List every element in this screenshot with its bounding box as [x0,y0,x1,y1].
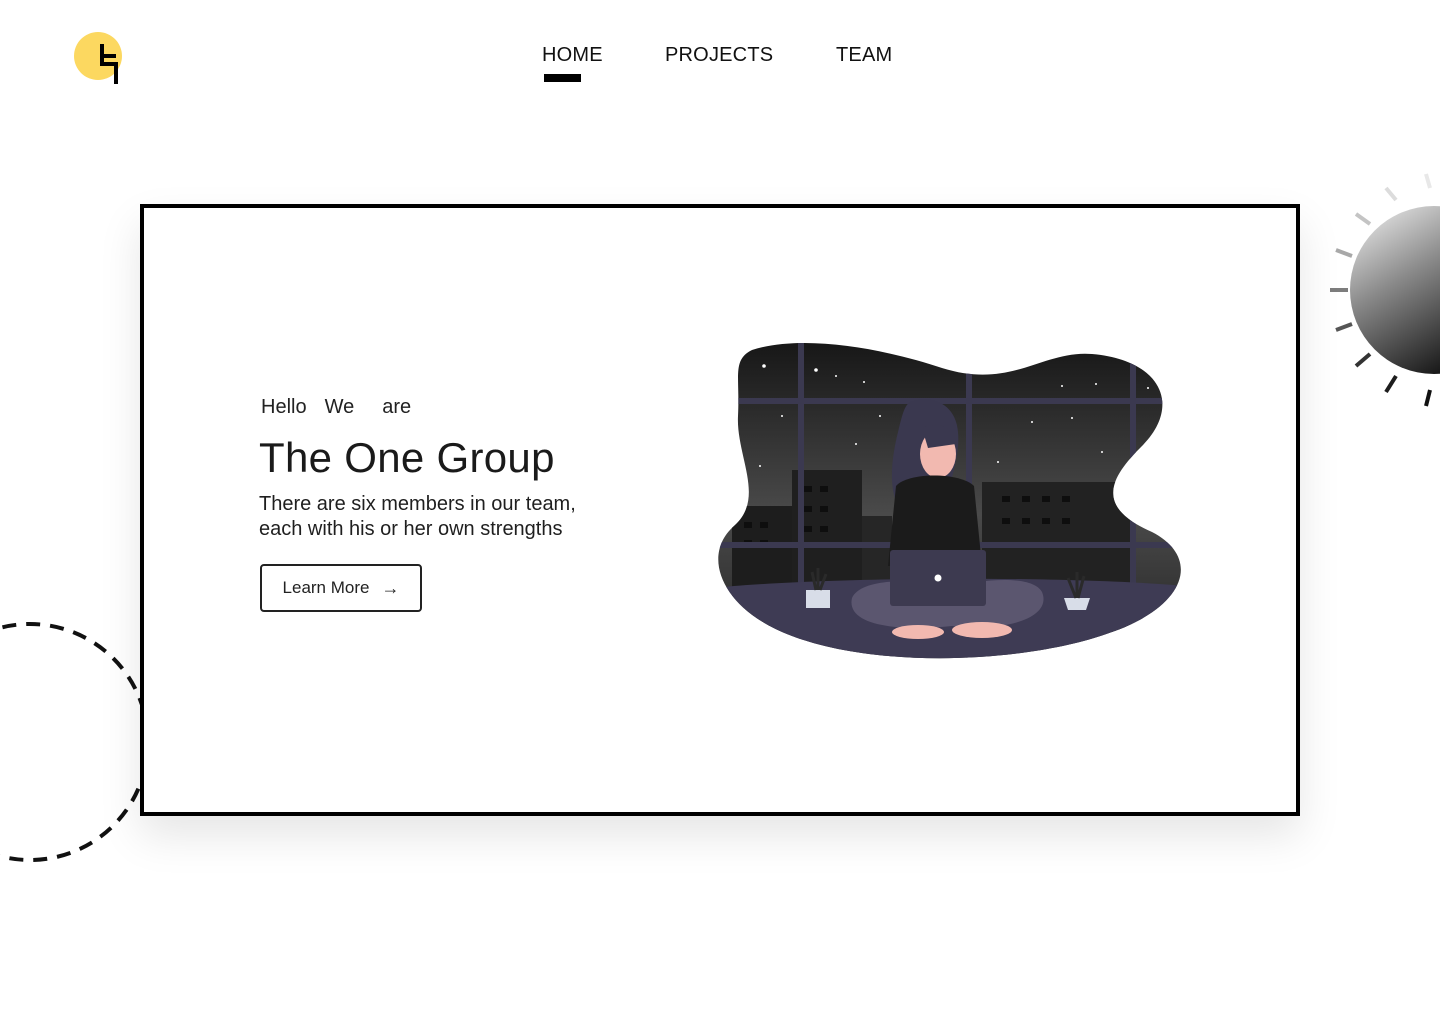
arrow-right-icon: → [381,578,400,598]
sun-decoration-icon [1330,173,1440,407]
main-nav: HOME PROJECTS TEAM [0,44,1440,84]
nav-item-home[interactable]: HOME [542,44,603,67]
nav-active-indicator [544,74,581,82]
nav-item-team[interactable]: TEAM [836,44,892,67]
night-workspace-illustration [718,343,1181,659]
hero-greeting: Hello We are [261,396,411,419]
hero-card: Hello We are The One Group There are six… [140,204,1300,816]
greeting-word: Hello [261,396,307,418]
learn-more-label: Learn More [282,578,370,597]
nav-item-projects[interactable]: PROJECTS [665,44,773,67]
hero-description: There are six members in our team, each … [259,492,659,542]
description-line: each with his or her own strengths [259,518,563,540]
hero-title: The One Group [259,434,555,481]
greeting-word: We [324,396,355,418]
landing-page: HOME PROJECTS TEAM Hello We are The One … [0,0,1440,1024]
description-line: There are six members in our team, [259,493,576,515]
dashed-circle-decoration [0,622,150,862]
learn-more-button[interactable]: Learn More → [260,564,422,612]
greeting-word: are [382,396,412,418]
